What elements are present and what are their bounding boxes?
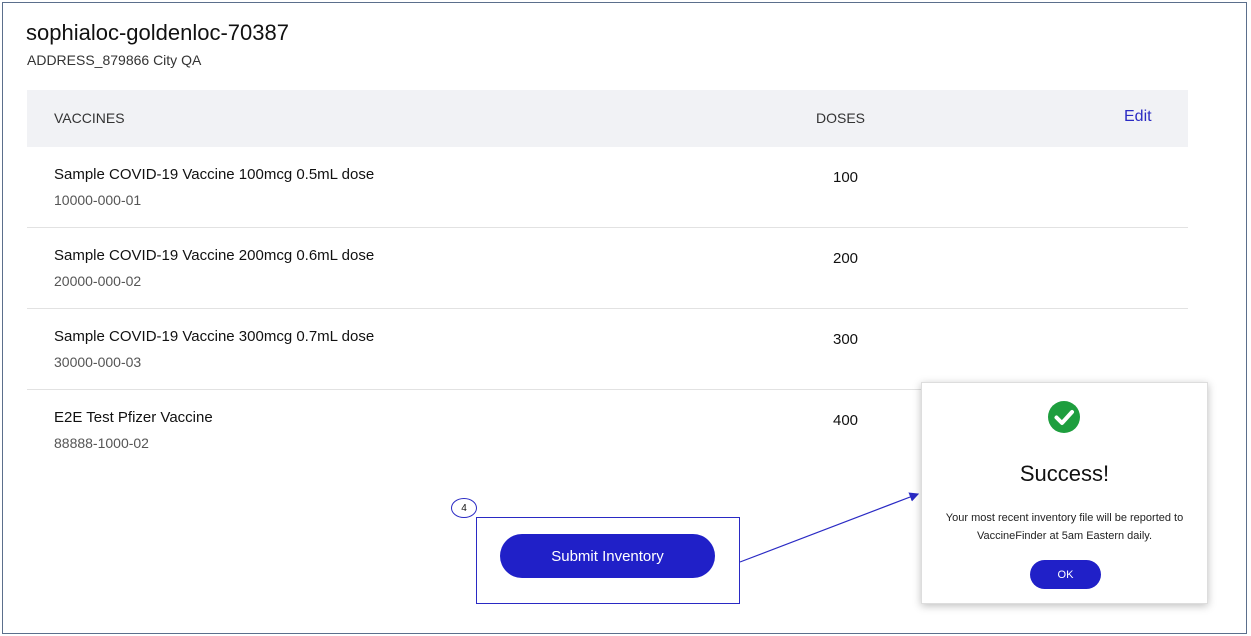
vaccine-name: E2E Test Pfizer Vaccine [54, 409, 213, 426]
vaccine-code: 20000-000-02 [54, 273, 142, 289]
edit-link[interactable]: Edit [1124, 108, 1152, 126]
vaccine-doses: 300 [833, 331, 859, 348]
vaccine-code: 10000-000-01 [54, 192, 142, 208]
table-header: VACCINES DOSES Edit [27, 90, 1188, 147]
vaccine-code: 88888-1000-02 [54, 435, 149, 451]
check-circle-icon [1048, 401, 1080, 433]
vaccine-doses: 400 [833, 412, 859, 429]
vaccine-doses: 200 [833, 250, 859, 267]
column-header-doses: DOSES [816, 110, 866, 126]
vaccine-doses: 100 [833, 169, 859, 186]
step-number-badge: 4 [451, 498, 477, 518]
location-address: ADDRESS_879866 City QA [27, 52, 202, 68]
ok-button[interactable]: OK [1030, 560, 1101, 589]
dialog-title: Success! [1019, 461, 1110, 486]
dialog-message: Your most recent inventory file will be … [945, 512, 1184, 542]
vaccine-name: Sample COVID-19 Vaccine 200mcg 0.6mL dos… [54, 247, 375, 264]
vaccine-code: 30000-000-03 [54, 354, 142, 370]
table-row: Sample COVID-19 Vaccine 100mcg 0.5mL dos… [27, 147, 1188, 228]
vaccine-name: Sample COVID-19 Vaccine 300mcg 0.7mL dos… [54, 328, 375, 345]
location-title: sophialoc-goldenloc-70387 [26, 20, 289, 45]
success-dialog: Success! Your most recent inventory file… [921, 382, 1208, 604]
vaccine-name: Sample COVID-19 Vaccine 100mcg 0.5mL dos… [54, 166, 375, 183]
column-header-vaccines: VACCINES [54, 110, 125, 126]
table-row: Sample COVID-19 Vaccine 200mcg 0.6mL dos… [27, 228, 1188, 309]
table-row: Sample COVID-19 Vaccine 300mcg 0.7mL dos… [27, 309, 1188, 390]
submit-inventory-button[interactable]: Submit Inventory [500, 534, 715, 578]
